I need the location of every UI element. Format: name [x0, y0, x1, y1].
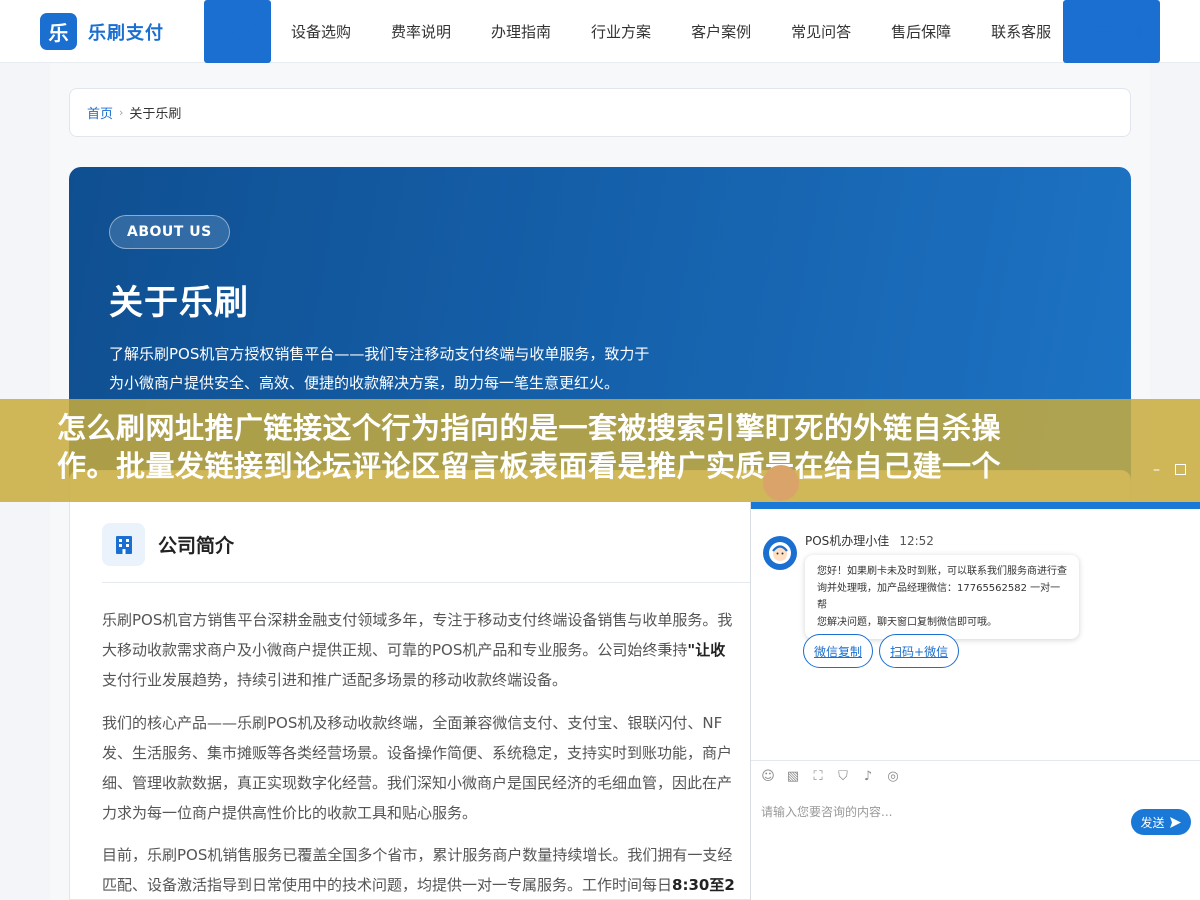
chat-quick-actions: 微信复制 扫码+微信	[803, 634, 960, 668]
chat-panel: POS机办理小佳 12:52 您好！如果刷卡未及时到账，可以联系我们服务商进行查 …	[750, 502, 1200, 900]
image-icon[interactable]: ▧	[786, 770, 800, 784]
nav-rates[interactable]: 费率说明	[371, 0, 471, 63]
nav-guide[interactable]: 办理指南	[471, 0, 571, 63]
chat-message-body: POS机办理小佳 12:52 您好！如果刷卡未及时到账，可以联系我们服务商进行查 …	[805, 532, 1079, 639]
shield-icon[interactable]: ⛉	[836, 770, 850, 784]
chat-header-avatar	[763, 465, 799, 501]
hero-desc-line: 了解乐刷POS机官方授权销售平台——我们专注移动支付终端与收单服务，致力于	[109, 345, 650, 363]
nav-aftersales[interactable]: 售后保障	[871, 0, 971, 63]
screenshot-icon[interactable]: ⛶	[811, 770, 825, 784]
logo-mark: 乐	[40, 13, 77, 50]
text-segment: 大移动收款需求商户及小微商户提供正规、可靠的POS机产品和专业服务。公司始终秉持	[102, 641, 688, 659]
emoji-icon[interactable]: ☺	[761, 770, 775, 784]
site-header: 乐 乐刷支付 首页 设备选购 费率说明 办理指南 行业方案 客户案例 常见问答 …	[0, 0, 1200, 63]
logo[interactable]: 乐 乐刷支付	[40, 13, 164, 50]
nav-home[interactable]: 首页	[204, 0, 271, 63]
hero-desc-line: 为小微商户提供安全、高效、便捷的收款解决方案，助力每一笔生意更红火。	[109, 374, 620, 392]
hero-description: 了解乐刷POS机官方授权销售平台——我们专注移动支付终端与收单服务，致力于 为小…	[109, 340, 729, 398]
nav-about[interactable]: 关于乐刷	[1063, 0, 1160, 63]
scan-wechat-button[interactable]: 扫码+微信	[879, 634, 960, 668]
building-icon	[102, 523, 145, 566]
agent-avatar-icon	[763, 536, 797, 570]
wechat-icon[interactable]: ◎	[886, 770, 900, 784]
card-header: 公司简介	[102, 523, 234, 566]
message-time: 12:52	[899, 534, 934, 548]
main-nav: 首页 设备选购 费率说明 办理指南 行业方案 客户案例 常见问答 售后保障 联系…	[204, 0, 1160, 63]
chat-toolbar: ☺ ▧ ⛶ ⛉ ♪ ◎	[761, 770, 900, 784]
bubble-line: 您解决问题，聊天窗口复制微信即可哦。	[817, 617, 997, 628]
chat-message: POS机办理小佳 12:52 您好！如果刷卡未及时到账，可以联系我们服务商进行查 …	[763, 532, 1079, 639]
card-title: 公司简介	[158, 535, 235, 557]
breadcrumb: 首页 › 关于乐刷	[69, 88, 1131, 137]
nav-cases[interactable]: 客户案例	[671, 0, 771, 63]
bubble-line: 询并处理哦，加产品经理微信：17765562582 一对一帮	[817, 583, 1061, 611]
nav-faq[interactable]: 常见问答	[771, 0, 871, 63]
bubble-line: 您好！如果刷卡未及时到账，可以联系我们服务商进行查	[817, 566, 1067, 577]
copy-wechat-button[interactable]: 微信复制	[803, 634, 874, 668]
text-segment: 匹配、设备激活指导到日常使用中的技术问题，均提供一对一专属服务。工作时间每日	[102, 876, 673, 894]
nav-contact[interactable]: 联系客服	[971, 0, 1071, 63]
chat-message-input[interactable]	[761, 802, 1121, 822]
banner-line: 作。批量发链接到论坛评论区留言板表面看是推广实质是在给自己建一个	[57, 449, 1002, 483]
nav-device[interactable]: 设备选购	[271, 0, 371, 63]
agent-name: POS机办理小佳	[805, 534, 890, 548]
banner-line: 怎么刷网址推广链接这个行为指向的是一套被搜索引擎盯死的外链自杀操	[57, 411, 1002, 445]
breadcrumb-home[interactable]: 首页	[87, 103, 113, 122]
logo-text: 乐刷支付	[88, 22, 164, 44]
send-label: 发送	[1140, 815, 1165, 830]
text-emphasis: 8:30至2	[672, 876, 735, 894]
send-icon	[1169, 816, 1181, 828]
chat-sender: POS机办理小佳 12:52	[805, 532, 1079, 549]
maximize-icon[interactable]	[1175, 464, 1186, 475]
hero-title: 关于乐刷	[109, 283, 249, 323]
chat-window-controls: –	[1153, 463, 1186, 477]
chat-bubble: 您好！如果刷卡未及时到账，可以联系我们服务商进行查 询并处理哦，加产品经理微信：…	[805, 555, 1079, 639]
text-emphasis: "让收	[687, 641, 726, 659]
hero-badge: ABOUT US	[109, 215, 230, 249]
sound-icon[interactable]: ♪	[861, 770, 875, 784]
breadcrumb-separator: ›	[119, 106, 124, 119]
overlay-banner: 怎么刷网址推广链接这个行为指向的是一套被搜索引擎盯死的外链自杀操 作。批量发链接…	[0, 399, 1200, 502]
send-button[interactable]: 发送	[1131, 809, 1191, 835]
minimize-icon[interactable]: –	[1153, 463, 1165, 477]
divider	[751, 760, 1200, 761]
breadcrumb-current: 关于乐刷	[129, 107, 182, 122]
chat-topbar	[751, 502, 1200, 509]
nav-industry[interactable]: 行业方案	[571, 0, 671, 63]
